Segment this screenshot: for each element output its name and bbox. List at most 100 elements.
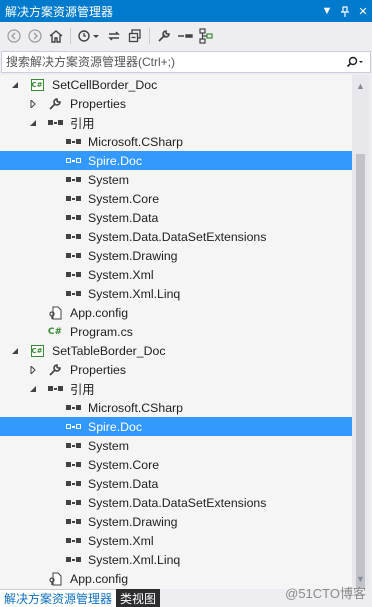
tree-item-app-config[interactable]: App.config bbox=[0, 303, 352, 322]
reference-icon bbox=[65, 229, 81, 245]
config-file-icon bbox=[47, 305, 63, 321]
reference-name: System.Data bbox=[88, 210, 159, 225]
reference-icon bbox=[65, 134, 81, 150]
window-title-bar: 解决方案资源管理器 ▼ ✕ bbox=[0, 0, 372, 22]
tree-item-properties[interactable]: Properties bbox=[0, 94, 352, 113]
search-icon[interactable] bbox=[340, 56, 370, 68]
references-icon bbox=[47, 381, 63, 397]
reference-icon bbox=[65, 514, 81, 530]
tree-item-label: App.config bbox=[70, 305, 129, 320]
tree-item-reference[interactable]: System.Data.DataSetExtensions bbox=[0, 493, 352, 512]
reference-name: System bbox=[88, 172, 129, 187]
reference-name: System.Data bbox=[88, 476, 159, 491]
collapsed-arrow-icon[interactable] bbox=[28, 99, 38, 109]
csharp-project-icon: C# bbox=[30, 78, 44, 91]
wrench-icon bbox=[47, 96, 63, 112]
tree-item-reference-selected[interactable]: Spire.Doc bbox=[0, 151, 352, 170]
reference-name: Microsoft.CSharp bbox=[88, 400, 183, 415]
pin-icon[interactable] bbox=[336, 2, 354, 20]
reference-icon bbox=[65, 400, 81, 416]
tree-item-project[interactable]: C# SetTableBorder_Doc bbox=[0, 341, 352, 360]
tree-item-label: Properties bbox=[70, 96, 127, 111]
forward-icon[interactable] bbox=[25, 26, 45, 46]
csharp-file-icon: C# bbox=[47, 326, 63, 337]
reference-icon bbox=[65, 286, 81, 302]
wrench-icon bbox=[47, 362, 63, 378]
reference-name: System.Xml.Linq bbox=[88, 286, 181, 301]
csharp-project-icon: C# bbox=[30, 344, 44, 357]
tree-item-reference[interactable]: System.Drawing bbox=[0, 512, 352, 531]
close-icon[interactable]: ✕ bbox=[354, 2, 372, 20]
scrollbar-thumb[interactable] bbox=[356, 154, 365, 607]
tab-solution-explorer[interactable]: 解决方案资源管理器 bbox=[0, 589, 117, 607]
back-icon[interactable] bbox=[4, 26, 24, 46]
reference-name: System bbox=[88, 438, 129, 453]
expanded-arrow-icon[interactable] bbox=[10, 346, 20, 356]
reference-icon bbox=[65, 153, 81, 169]
tree-item-reference[interactable]: System.Xml bbox=[0, 531, 352, 550]
expanded-arrow-icon[interactable] bbox=[28, 384, 38, 394]
search-box[interactable] bbox=[1, 51, 371, 73]
tree-item-reference[interactable]: System.Core bbox=[0, 455, 352, 474]
tree-item-program-cs[interactable]: C# Program.cs bbox=[0, 322, 352, 341]
tree-item-reference[interactable]: System.Core bbox=[0, 189, 352, 208]
tree-item-label: App.config bbox=[70, 571, 129, 586]
reference-name: System.Core bbox=[88, 191, 160, 206]
tree-item-reference[interactable]: Microsoft.CSharp bbox=[0, 132, 352, 151]
search-input[interactable] bbox=[6, 55, 340, 69]
show-all-files-icon[interactable] bbox=[175, 26, 195, 46]
home-icon[interactable] bbox=[46, 26, 66, 46]
view-class-diagram-icon[interactable] bbox=[196, 26, 216, 46]
reference-name: System.Core bbox=[88, 457, 160, 472]
expanded-arrow-icon[interactable] bbox=[28, 118, 38, 128]
reference-name: System.Drawing bbox=[88, 514, 178, 529]
tree-item-reference[interactable]: System bbox=[0, 170, 352, 189]
reference-name: System.Drawing bbox=[88, 248, 178, 263]
tree-item-project[interactable]: C# SetCellBorder_Doc bbox=[0, 75, 352, 94]
watermark: @51CTO博客 bbox=[285, 586, 366, 601]
reference-name: System.Data.DataSetExtensions bbox=[88, 229, 267, 244]
dropdown-arrow-icon[interactable]: ▼ bbox=[318, 2, 336, 20]
tab-class-view[interactable]: 类视图 bbox=[116, 589, 161, 607]
properties-wrench-icon[interactable] bbox=[154, 26, 174, 46]
tree-item-reference[interactable]: System.Data bbox=[0, 208, 352, 227]
tree-item-reference[interactable]: System bbox=[0, 436, 352, 455]
reference-icon bbox=[65, 457, 81, 473]
reference-icon bbox=[65, 267, 81, 283]
tree-item-reference[interactable]: System.Xml.Linq bbox=[0, 284, 352, 303]
expanded-arrow-icon[interactable] bbox=[10, 80, 20, 90]
reference-name: Microsoft.CSharp bbox=[88, 134, 183, 149]
tree-item-reference[interactable]: System.Data.DataSetExtensions bbox=[0, 227, 352, 246]
reference-icon bbox=[65, 476, 81, 492]
tree-item-label: 引用 bbox=[70, 116, 95, 131]
project-name: SetCellBorder_Doc bbox=[52, 77, 158, 92]
reference-icon bbox=[65, 248, 81, 264]
collapsed-arrow-icon[interactable] bbox=[28, 365, 38, 375]
history-dropdown-icon[interactable] bbox=[75, 26, 103, 46]
tree-item-properties[interactable]: Properties bbox=[0, 360, 352, 379]
vertical-scrollbar[interactable]: ▲ ▼ bbox=[352, 75, 369, 607]
reference-icon bbox=[65, 438, 81, 454]
tree-item-reference[interactable]: System.Data bbox=[0, 474, 352, 493]
tree-item-reference[interactable]: System.Xml bbox=[0, 265, 352, 284]
tree-item-label: Properties bbox=[70, 362, 127, 377]
tree-item-label: Program.cs bbox=[70, 324, 133, 339]
reference-name: System.Data.DataSetExtensions bbox=[88, 495, 267, 510]
reference-name: System.Xml.Linq bbox=[88, 552, 181, 567]
tree-item-references[interactable]: 引用 bbox=[0, 379, 352, 398]
collapse-all-icon[interactable] bbox=[125, 26, 145, 46]
window-title: 解决方案资源管理器 bbox=[5, 4, 114, 19]
sync-icon[interactable] bbox=[104, 26, 124, 46]
tree-item-reference[interactable]: Microsoft.CSharp bbox=[0, 398, 352, 417]
reference-name: Spire.Doc bbox=[88, 419, 142, 434]
tree-item-references[interactable]: 引用 bbox=[0, 113, 352, 132]
reference-icon bbox=[65, 172, 81, 188]
tree-item-reference-selected[interactable]: Spire.Doc bbox=[0, 417, 352, 436]
scroll-up-arrow-icon[interactable]: ▲ bbox=[352, 77, 369, 94]
solution-tree: C# SetCellBorder_Doc Properties 引用 Micro… bbox=[0, 75, 352, 589]
reference-icon bbox=[65, 210, 81, 226]
reference-icon bbox=[65, 191, 81, 207]
tree-item-reference[interactable]: System.Xml.Linq bbox=[0, 550, 352, 569]
tree-item-reference[interactable]: System.Drawing bbox=[0, 246, 352, 265]
references-icon bbox=[47, 115, 63, 131]
